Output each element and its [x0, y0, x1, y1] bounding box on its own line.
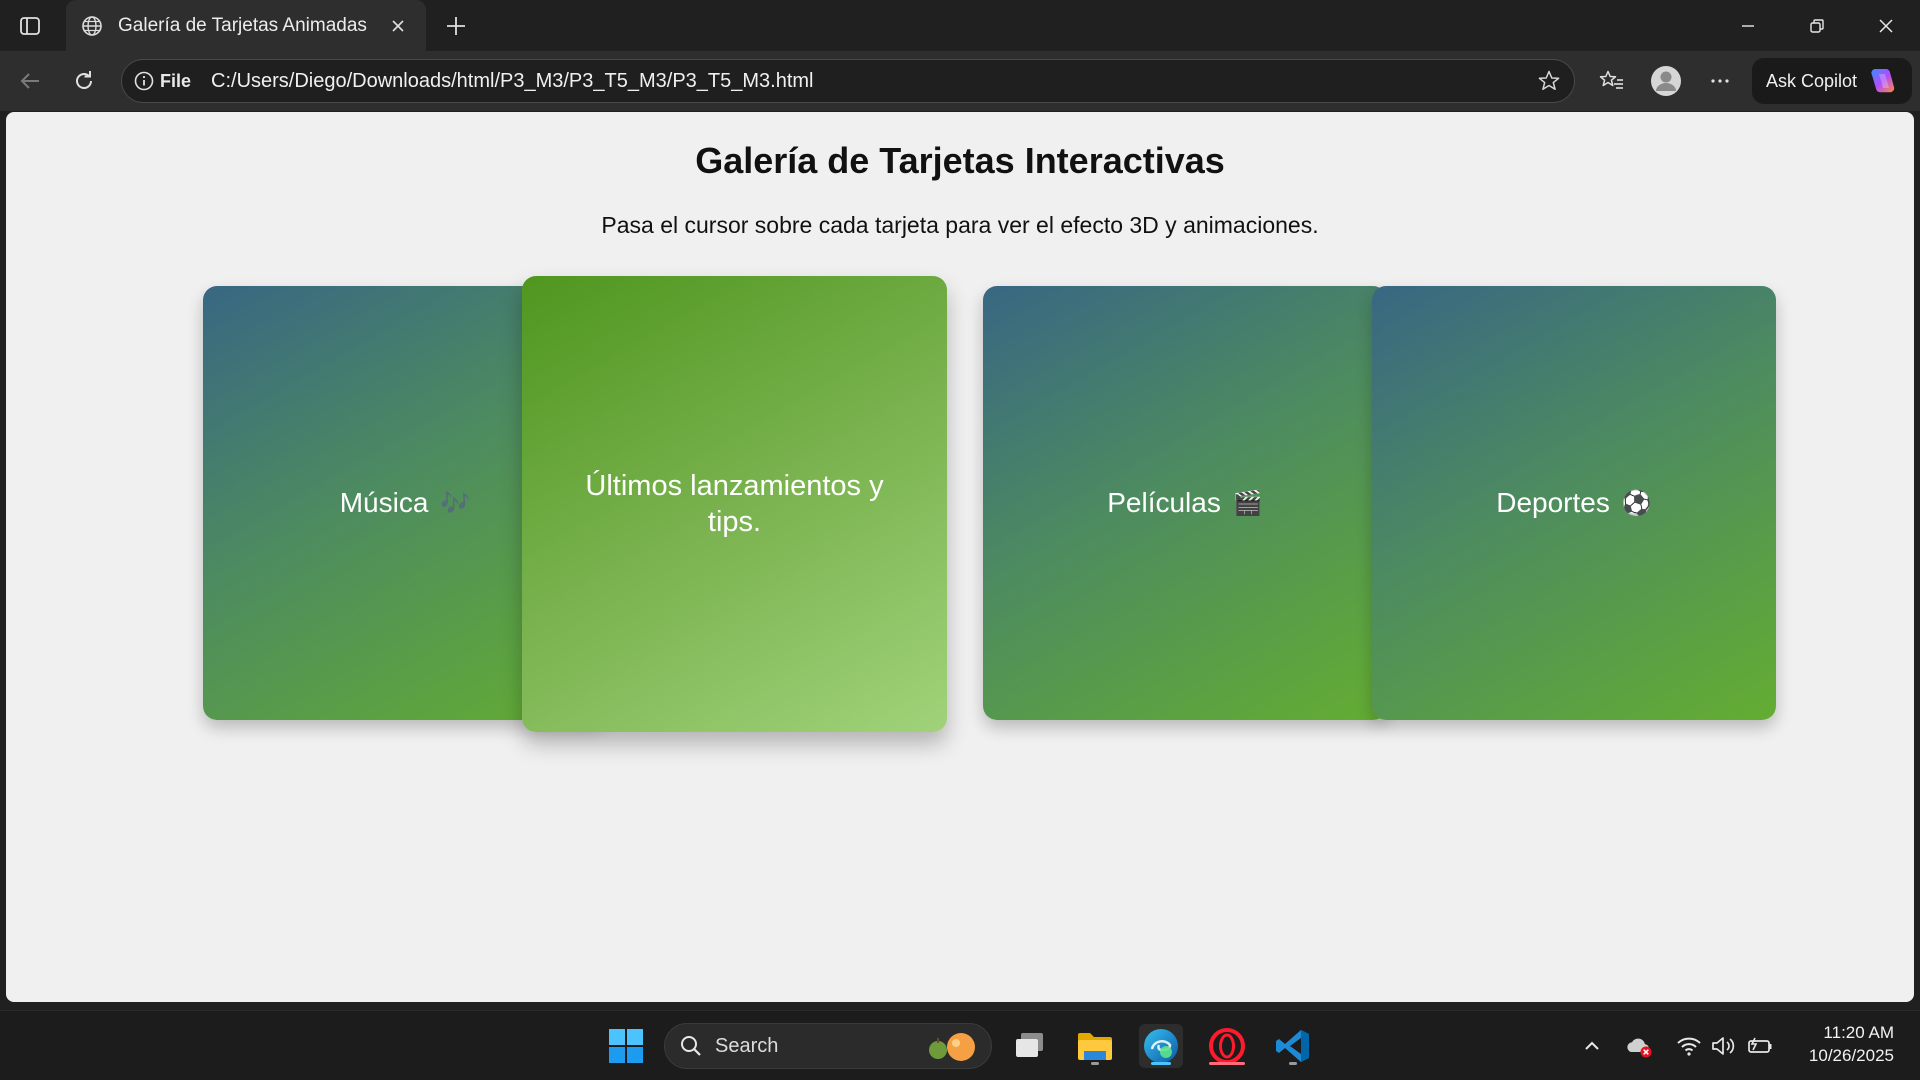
favorites-list-icon	[1599, 70, 1623, 89]
task-view-icon	[1016, 1033, 1043, 1057]
card-label: Deportes	[1496, 487, 1610, 518]
search-highlight-icon	[929, 1033, 975, 1061]
show-hidden-icons-button[interactable]	[1577, 1033, 1607, 1059]
restore-button[interactable]	[1782, 0, 1851, 51]
search-icon	[681, 1036, 701, 1056]
refresh-button[interactable]	[66, 63, 102, 99]
close-icon	[1878, 18, 1893, 33]
card-peliculas[interactable]: Películas 🎬	[983, 286, 1387, 720]
page-viewport: Galería de Tarjetas Interactivas Pasa el…	[6, 112, 1914, 1002]
soccer-ball-icon: ⚽	[1621, 489, 1652, 517]
back-arrow-icon	[20, 73, 39, 89]
browser-tab-active[interactable]: Galería de Tarjetas Animadas	[66, 0, 426, 51]
minimize-icon	[1741, 24, 1754, 27]
running-indicator	[1289, 1062, 1297, 1065]
page-title: Galería de Tarjetas Interactivas	[695, 140, 1225, 181]
tab-title: Galería de Tarjetas Animadas	[118, 14, 367, 36]
speaker-icon	[1712, 1037, 1735, 1055]
window-controls	[1713, 0, 1920, 51]
wifi-icon	[1677, 1037, 1701, 1056]
running-indicator	[1091, 1062, 1099, 1065]
back-button[interactable]	[12, 63, 48, 99]
clock-time: 11:20 AM	[1823, 1023, 1894, 1042]
task-view-button[interactable]	[1008, 1024, 1052, 1068]
battery-button[interactable]	[1745, 1033, 1775, 1059]
chevron-up-icon	[1585, 1041, 1599, 1050]
clapperboard-icon: 🎬	[1232, 489, 1263, 517]
card-label: Últimos lanzamientos y tips.	[585, 470, 884, 538]
browser-tab-bar: Galería de Tarjetas Animadas	[0, 0, 1920, 51]
minimize-button[interactable]	[1713, 0, 1782, 51]
music-notes-icon: 🎶	[440, 489, 471, 517]
card-label: Películas	[1107, 487, 1221, 518]
more-options-button[interactable]	[1702, 63, 1738, 99]
url-text[interactable]: C:/Users/Diego/Downloads/html/P3_M3/P3_T…	[211, 70, 1532, 93]
opera-browser-button[interactable]	[1205, 1024, 1249, 1068]
volume-button[interactable]	[1708, 1033, 1738, 1059]
close-window-button[interactable]	[1851, 0, 1920, 51]
favorites-button[interactable]	[1594, 63, 1630, 99]
info-icon	[134, 71, 154, 91]
browser-toolbar: File C:/Users/Diego/Downloads/html/P3_M3…	[0, 51, 1920, 111]
taskbar-search-box[interactable]: Search	[664, 1023, 992, 1069]
vscode-icon	[1276, 1030, 1309, 1062]
start-button[interactable]	[604, 1024, 648, 1068]
running-indicator	[1209, 1062, 1245, 1065]
more-dots-icon	[1711, 79, 1729, 83]
battery-charging-icon	[1748, 1037, 1772, 1053]
refresh-icon	[76, 71, 92, 89]
card-label: Música	[339, 487, 429, 518]
search-placeholder: Search	[715, 1034, 779, 1057]
wifi-button[interactable]	[1674, 1033, 1704, 1059]
avatar-icon	[1651, 66, 1681, 96]
edge-browser-button[interactable]	[1139, 1024, 1183, 1068]
folder-icon	[1078, 1033, 1112, 1060]
copilot-icon	[1871, 68, 1895, 93]
new-tab-button[interactable]	[438, 8, 474, 44]
taskbar: Search 11:20 AM 10/26/2025	[0, 1010, 1920, 1080]
windows-logo-icon	[609, 1029, 643, 1063]
restore-icon	[1809, 18, 1824, 33]
system-clock[interactable]: 11:20 AM 10/26/2025	[1809, 1021, 1894, 1067]
plus-icon	[447, 17, 465, 35]
close-tab-icon[interactable]	[384, 12, 412, 40]
file-explorer-button[interactable]	[1073, 1024, 1117, 1068]
globe-icon	[80, 14, 104, 38]
clock-date: 10/26/2025	[1808, 1046, 1894, 1065]
page-subtitle: Pasa el cursor sobre cada tarjeta para v…	[601, 212, 1319, 238]
card-ultimos-lanzamientos[interactable]: Últimos lanzamientos y tips.	[522, 276, 947, 732]
address-bar[interactable]: File C:/Users/Diego/Downloads/html/P3_M3…	[121, 59, 1575, 103]
onedrive-status-button[interactable]	[1625, 1033, 1655, 1059]
opera-icon	[1209, 1028, 1245, 1064]
ask-copilot-button[interactable]: Ask Copilot	[1752, 58, 1912, 104]
profile-button[interactable]	[1648, 63, 1684, 99]
card-deportes[interactable]: Deportes ⚽	[1372, 286, 1776, 720]
tab-actions-icon	[20, 16, 40, 35]
address-prefix: File	[160, 70, 192, 91]
copilot-label: Ask Copilot	[1766, 70, 1858, 91]
active-indicator	[1151, 1062, 1171, 1065]
favorite-star-icon[interactable]	[1532, 64, 1566, 98]
edge-icon	[1144, 1029, 1178, 1063]
tab-actions-button[interactable]	[0, 0, 60, 51]
cloud-error-icon	[1627, 1038, 1652, 1058]
vscode-button[interactable]	[1271, 1024, 1315, 1068]
site-info-button[interactable]: File	[134, 71, 191, 92]
